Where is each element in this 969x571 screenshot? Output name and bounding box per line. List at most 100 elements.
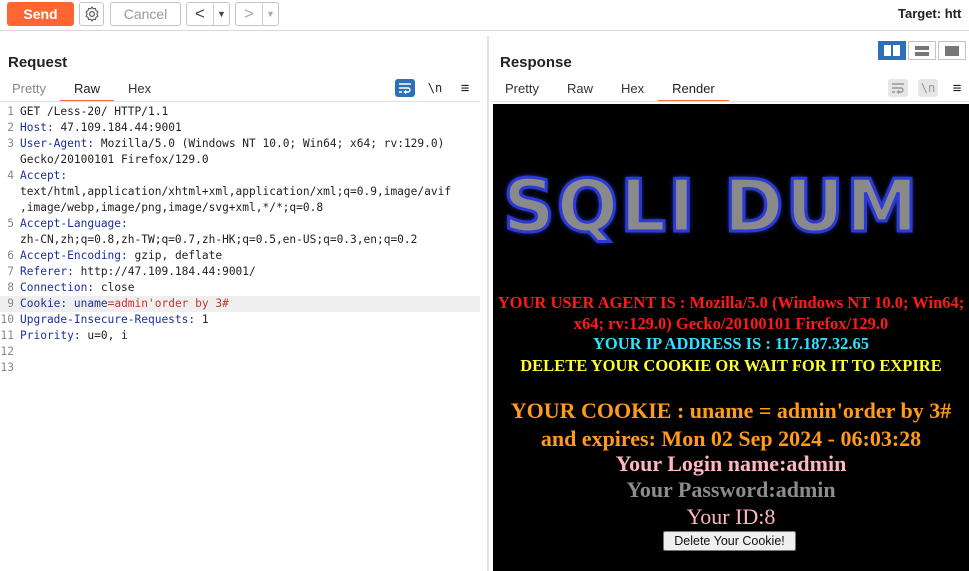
settings-button[interactable]: [79, 2, 104, 26]
forward-button[interactable]: > ▼: [235, 2, 279, 26]
editor-line[interactable]: 11 Priority: u=0, i: [0, 328, 480, 344]
header-separator: :: [67, 265, 81, 278]
request-tab-hex[interactable]: Hex: [114, 78, 165, 102]
header-value: GET /Less-20/ HTTP/1.1: [20, 105, 169, 118]
response-tab-raw[interactable]: Raw: [553, 78, 607, 102]
header-name: Accept-Encoding: [20, 249, 122, 262]
line-code: text/html,application/xhtml+xml,applicat…: [20, 184, 451, 200]
editor-line[interactable]: text/html,application/xhtml+xml,applicat…: [0, 184, 480, 200]
header-separator: :: [87, 281, 101, 294]
line-code: GET /Less-20/ HTTP/1.1: [20, 104, 168, 120]
line-code: Connection: close: [20, 280, 135, 296]
layout-stacked-button[interactable]: [908, 41, 936, 60]
line-code: Host: 47.109.184.44:9001: [20, 120, 182, 136]
editor-line[interactable]: 6 Accept-Encoding: gzip, deflate: [0, 248, 480, 264]
header-value: 47.109.184.44:9001: [60, 121, 182, 134]
request-editor[interactable]: 1 GET /Less-20/ HTTP/1.1 2 Host: 47.109.184…: [0, 104, 480, 571]
chevron-down-icon[interactable]: ▼: [262, 3, 278, 25]
sqli-dumb-banner: SQLI DUM: [502, 163, 920, 250]
response-tab-hex[interactable]: Hex: [607, 78, 658, 102]
line-number: 4: [7, 169, 14, 182]
line-code: Upgrade-Insecure-Requests: 1: [20, 312, 209, 328]
response-tab-render[interactable]: Render: [658, 78, 729, 102]
editor-line[interactable]: 4 Accept:: [0, 168, 480, 184]
line-code: Referer: http://47.109.184.44:9001/: [20, 264, 256, 280]
request-tabs: Pretty Raw Hex: [0, 78, 165, 102]
cancel-button[interactable]: Cancel: [110, 2, 181, 26]
line-number: 9: [7, 297, 14, 310]
header-separator: :: [60, 297, 74, 310]
response-render-view: SQLI DUM YOUR USER AGENT IS : Mozilla/5.…: [493, 104, 969, 571]
word-wrap-button[interactable]: [395, 79, 415, 97]
line-number: 10: [0, 313, 14, 326]
request-tab-raw[interactable]: Raw: [59, 78, 114, 102]
chevron-right-icon: >: [244, 4, 254, 23]
header-separator: :: [73, 329, 88, 342]
panel-divider[interactable]: [487, 36, 489, 571]
wrap-icon: [399, 83, 411, 94]
layout-tabs-button[interactable]: [938, 41, 966, 60]
toolbar: Send Cancel < ▼ > ▼ Target: htt: [0, 0, 969, 31]
response-tab-pretty[interactable]: Pretty: [491, 78, 553, 102]
line-code: Priority: u=0, i: [20, 328, 128, 344]
editor-line[interactable]: ,image/webp,image/png,image/svg+xml,*/*;…: [0, 200, 480, 216]
editor-line[interactable]: 8 Connection: close: [0, 280, 480, 296]
ip-address-text: YOUR IP ADDRESS IS : 117.187.32.65: [593, 334, 869, 353]
send-button[interactable]: Send: [7, 2, 74, 26]
editor-line[interactable]: 9 Cookie: uname=admin'order by 3#: [0, 296, 480, 312]
line-number: 2: [7, 121, 14, 134]
cookie-text: YOUR COOKIE : uname = admin'order by 3# …: [510, 398, 952, 451]
line-code: Cookie: uname=admin'order by 3#: [20, 296, 229, 312]
header-value: close: [100, 281, 135, 294]
editor-line[interactable]: 10 Upgrade-Insecure-Requests: 1: [0, 312, 480, 328]
header-value: Mozilla/5.0 (Windows NT 10.0; Win64; x64…: [100, 137, 445, 150]
response-menu-button[interactable]: ≡: [947, 79, 967, 97]
header-value: Gecko/20100101 Firefox/129.0: [20, 153, 209, 166]
header-value: ,image/webp,image/png,image/svg+xml,*/*;…: [20, 201, 324, 214]
request-menu-button[interactable]: ≡: [455, 79, 475, 97]
editor-line[interactable]: 7 Referer: http://47.109.184.44:9001/: [0, 264, 480, 280]
header-name: User-Agent: [20, 137, 88, 150]
show-newlines-button[interactable]: \n: [918, 79, 938, 97]
editor-line[interactable]: 2 Host: 47.109.184.44:9001: [0, 120, 480, 136]
header-name: Referer: [20, 265, 68, 278]
target-label[interactable]: Target: htt: [898, 6, 961, 21]
layout-side-by-side-button[interactable]: [878, 41, 906, 60]
header-value: http://47.109.184.44:9001/: [80, 265, 256, 278]
header-name: Accept: [20, 169, 61, 182]
line-number: 13: [0, 361, 14, 374]
line-number: 12: [0, 345, 14, 358]
header-separator: :: [121, 217, 128, 230]
editor-line[interactable]: Gecko/20100101 Firefox/129.0: [0, 152, 480, 168]
editor-line[interactable]: 3 User-Agent: Mozilla/5.0 (Windows NT 10.…: [0, 136, 480, 152]
chevron-left-icon: <: [195, 4, 205, 23]
line-code: Accept-Language:: [20, 216, 128, 232]
header-value: zh-CN,zh;q=0.8,zh-TW;q=0.7,zh-HK;q=0.5,e…: [20, 233, 418, 246]
line-code: zh-CN,zh;q=0.8,zh-TW;q=0.7,zh-HK;q=0.5,e…: [20, 232, 417, 248]
line-code: ,image/webp,image/png,image/svg+xml,*/*;…: [20, 200, 323, 216]
delete-cookie-button[interactable]: Delete Your Cookie!: [663, 531, 796, 551]
editor-line[interactable]: 1 GET /Less-20/ HTTP/1.1: [0, 104, 480, 120]
header-separator: :: [121, 249, 135, 262]
editor-line[interactable]: 5 Accept-Language:: [0, 216, 480, 232]
header-value: u=0, i: [87, 329, 128, 342]
word-wrap-button[interactable]: [888, 79, 908, 97]
show-newlines-button[interactable]: \n: [425, 79, 445, 97]
chevron-down-icon[interactable]: ▼: [213, 3, 229, 25]
back-button[interactable]: < ▼: [186, 2, 230, 26]
header-name: Cookie: [20, 297, 61, 310]
editor-line[interactable]: 12: [0, 344, 480, 360]
line-number: 11: [0, 329, 14, 342]
request-tab-pretty[interactable]: Pretty: [0, 78, 60, 102]
line-code: User-Agent: Mozilla/5.0 (Windows NT 10.0…: [20, 136, 444, 152]
editor-line[interactable]: 13: [0, 360, 480, 376]
line-number: 7: [7, 265, 14, 278]
header-value: text/html,application/xhtml+xml,applicat…: [20, 185, 452, 198]
rows-icon: [915, 45, 929, 56]
user-agent-text: YOUR USER AGENT IS : Mozilla/5.0 (Window…: [497, 293, 965, 333]
editor-line[interactable]: zh-CN,zh;q=0.8,zh-TW;q=0.7,zh-HK;q=0.5,e…: [0, 232, 480, 248]
header-value: gzip, deflate: [134, 249, 223, 262]
request-tabs-divider: [0, 101, 480, 102]
header-name: Host: [20, 121, 47, 134]
injection-payload: =admin'order by 3#: [107, 297, 229, 310]
